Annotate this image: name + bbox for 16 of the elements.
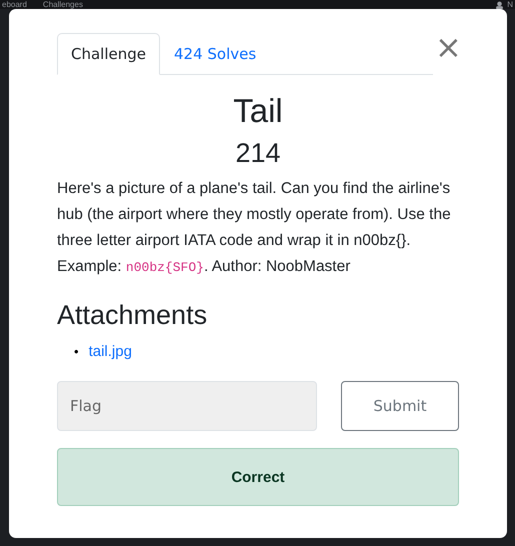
user-name[interactable]: N [507,0,513,9]
challenge-title: Tail [232,91,284,131]
submit-button[interactable]: Submit [341,381,459,431]
user-icon [496,0,504,8]
nav-link[interactable]: eboard [2,0,27,9]
close-button[interactable]: × [435,31,461,63]
attachment-link[interactable]: tail.jpg [88,343,132,360]
result-alert: Correct [57,448,459,506]
challenge-description: Here's a picture of a plane's tail. Can you find the airline's hub (the airport where they mostly operate from). Use the three letter airport IATA code and wrap it in n00bz{}. Example: n00bz{SFO}. Author: NoobMaster [57,179,452,277]
tab[interactable]: Challenge [57,33,160,75]
flag-input[interactable]: Flag [57,381,317,431]
tab[interactable]: 424 Solves [160,33,270,75]
attachments-heading: Attachments [57,299,208,332]
nav-link[interactable]: Challenges [42,0,83,9]
bullet: • [74,344,79,359]
challenge-points: 214 [234,137,282,170]
